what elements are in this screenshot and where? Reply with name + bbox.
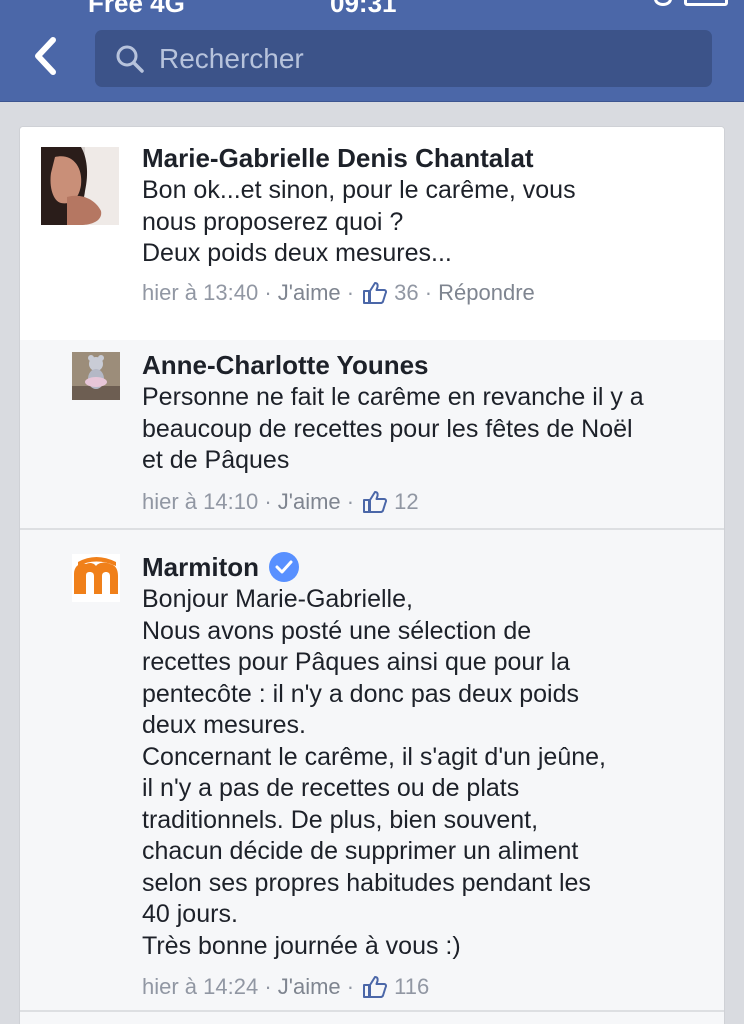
avatar[interactable] (41, 147, 119, 225)
search-icon (115, 44, 145, 74)
comment-time: hier à 14:24 (142, 974, 259, 999)
like-count[interactable]: 12 (394, 489, 418, 515)
verified-check-icon (269, 552, 299, 582)
comment-body: Anne-Charlotte Younes Personne ne fait l… (142, 348, 710, 515)
comment-reply: Anne-Charlotte Younes Personne ne fait l… (20, 340, 724, 530)
separator: · (418, 279, 439, 305)
comment-meta: hier à 14:10 · J'aime · 12 (142, 489, 710, 515)
battery-icon (684, 0, 728, 6)
author-name[interactable]: Anne-Charlotte Younes (142, 348, 429, 382)
thumbs-up-icon (362, 281, 388, 305)
chevron-left-icon (35, 37, 56, 75)
comment-meta: hier à 13:40 · J'aime · 36 · Répondre (142, 280, 710, 306)
comment-text: Personne ne fait le carême en revanche i… (142, 383, 644, 474)
status-icons (654, 0, 728, 6)
separator: · (340, 488, 355, 514)
like-button[interactable]: J'aime (278, 974, 341, 1000)
separator: · (258, 488, 278, 514)
comment-meta: hier à 14:24 · J'aime · 116 (142, 974, 710, 1000)
comment-time: hier à 14:10 (142, 488, 259, 514)
status-carrier: Free 4G (88, 0, 185, 18)
comment-body: Marmiton Bonjour Marie-Gabrielle, Nous a… (142, 550, 710, 1000)
search-input[interactable]: Rechercher (95, 30, 712, 87)
thumbs-up-icon (362, 975, 388, 999)
separator: · (340, 974, 355, 999)
search-placeholder: Rechercher (159, 42, 304, 74)
separator: · (258, 974, 278, 999)
marmiton-logo[interactable] (72, 554, 120, 602)
comment-author[interactable]: Marie-Gabrielle Denis Chantalat (142, 141, 710, 175)
author-name[interactable]: Marie-Gabrielle Denis Chantalat (142, 141, 534, 175)
status-time: 09:31 (330, 0, 397, 18)
avatar[interactable] (72, 352, 120, 400)
comment-text: Bonjour Marie-Gabrielle, Nous avons post… (142, 585, 606, 960)
reply-button[interactable]: Répondre (438, 280, 535, 306)
like-button[interactable]: J'aime (278, 489, 341, 515)
back-button[interactable] (26, 34, 66, 78)
like-button[interactable]: J'aime (278, 280, 341, 306)
like-count[interactable]: 36 (394, 280, 418, 306)
comment-author[interactable]: Marmiton (142, 550, 710, 584)
comment-reply: Marmiton Bonjour Marie-Gabrielle, Nous a… (20, 532, 724, 1012)
navigation-bar: Free 4G 09:31 Rechercher (0, 0, 744, 102)
like-count[interactable]: 116 (394, 974, 429, 1000)
alarm-icon (654, 0, 672, 6)
author-name[interactable]: Marmiton (142, 550, 259, 584)
comment-time: hier à 13:40 (142, 279, 259, 305)
comments-thread: Marie-Gabrielle Denis Chantalat Bon ok..… (19, 126, 725, 1024)
separator: · (258, 279, 278, 305)
comment-author[interactable]: Anne-Charlotte Younes (142, 348, 710, 382)
comment-body: Marie-Gabrielle Denis Chantalat Bon ok..… (142, 141, 710, 306)
separator: · (340, 279, 355, 305)
comment: Marie-Gabrielle Denis Chantalat Bon ok..… (20, 127, 724, 340)
comment-text: Bon ok...et sinon, pour le carême, vous … (142, 176, 576, 267)
thumbs-up-icon (362, 490, 388, 514)
